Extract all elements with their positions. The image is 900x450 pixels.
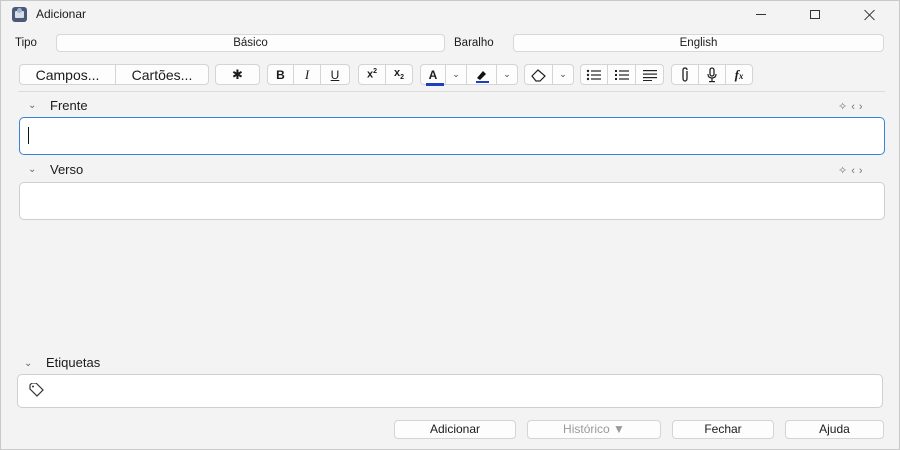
tag-icon (29, 383, 44, 397)
chevron-down-icon: ⌄ (503, 69, 511, 79)
front-field-input[interactable] (19, 117, 885, 155)
maximize-button[interactable] (792, 1, 838, 28)
italic-button[interactable]: I (293, 64, 321, 85)
back-field-icons: ✧‹› (838, 164, 867, 177)
subscript-icon: x2 (393, 67, 405, 82)
record-audio-button[interactable] (698, 64, 726, 85)
bullet-list-button[interactable] (580, 64, 608, 85)
superscript-icon: x2 (366, 68, 378, 81)
eraser-icon (530, 68, 546, 82)
minimize-button[interactable] (738, 1, 784, 28)
paperclip-icon (682, 66, 688, 82)
close-button[interactable]: Fechar (672, 420, 774, 439)
superscript-button[interactable]: x2 (358, 64, 386, 85)
back-field-input[interactable] (19, 182, 885, 220)
text-color-bar (425, 82, 444, 86)
clear-format-button[interactable] (524, 64, 553, 85)
underline-button[interactable]: U (320, 64, 350, 85)
bullet-list-icon (586, 69, 601, 80)
fields-button[interactable]: Campos... (19, 64, 116, 85)
underline-label: U (330, 67, 340, 82)
chevron-down-icon: ⌄ (559, 69, 567, 79)
deck-label: Baralho (454, 37, 494, 49)
collapse-tags-chevron-icon[interactable]: ⌄ (24, 358, 32, 369)
gear-icon: ✱ (232, 66, 243, 82)
numbered-list-icon (614, 69, 629, 80)
tags-label: Etiquetas (46, 355, 101, 370)
front-field-label: Frente (50, 98, 88, 113)
subscript-button[interactable]: x2 (385, 64, 413, 85)
history-button[interactable]: Histórico ▼ (527, 420, 661, 439)
anki-app-icon (12, 7, 27, 22)
math-button[interactable]: fx (725, 64, 753, 85)
back-field-label: Verso (50, 162, 84, 177)
attach-button[interactable] (671, 64, 699, 85)
italic-label: I (304, 66, 310, 82)
align-icon (642, 69, 657, 81)
title-bar: Adicionar (1, 1, 899, 28)
tags-input[interactable] (17, 374, 883, 408)
collapse-front-chevron-icon[interactable]: ⌄ (28, 100, 36, 111)
maximize-icon (810, 10, 820, 19)
html-editor-icon[interactable]: ‹› (851, 101, 866, 113)
align-button[interactable] (635, 64, 664, 85)
bold-button[interactable]: B (267, 64, 294, 85)
toolbar-divider (18, 91, 885, 92)
numbered-list-button[interactable] (607, 64, 636, 85)
text-color-button[interactable]: A (420, 64, 446, 86)
minimize-icon (756, 14, 766, 15)
highlight-button[interactable] (466, 64, 497, 85)
highlighter-icon (475, 70, 489, 83)
note-type-selector[interactable]: Básico (56, 34, 445, 52)
cards-button[interactable]: Cartões... (115, 64, 209, 85)
close-icon (864, 9, 876, 21)
type-label: Tipo (15, 37, 37, 49)
add-button[interactable]: Adicionar (394, 420, 516, 439)
clear-format-dropdown[interactable]: ⌄ (552, 64, 574, 85)
pin-icon[interactable]: ✧ (838, 101, 851, 113)
html-editor-icon[interactable]: ‹› (851, 165, 866, 177)
options-button[interactable]: ✱ (215, 64, 260, 85)
collapse-back-chevron-icon[interactable]: ⌄ (28, 164, 36, 175)
text-color-dropdown[interactable]: ⌄ (445, 64, 467, 85)
close-window-button[interactable] (847, 1, 893, 28)
window-title: Adicionar (36, 7, 87, 21)
text-color-icon: A (425, 68, 444, 86)
function-icon: fx (734, 66, 744, 82)
front-field-icons: ✧‹› (838, 100, 867, 113)
highlight-dropdown[interactable]: ⌄ (496, 64, 518, 85)
bold-label: B (276, 67, 285, 82)
help-button[interactable]: Ajuda (785, 420, 884, 439)
add-note-window: Adicionar Tipo Básico Baralho English Ca… (0, 0, 900, 450)
deck-selector[interactable]: English (513, 34, 884, 52)
pin-icon[interactable]: ✧ (838, 165, 851, 177)
microphone-icon (707, 66, 717, 82)
text-caret (28, 127, 29, 144)
chevron-down-icon: ⌄ (452, 69, 460, 79)
